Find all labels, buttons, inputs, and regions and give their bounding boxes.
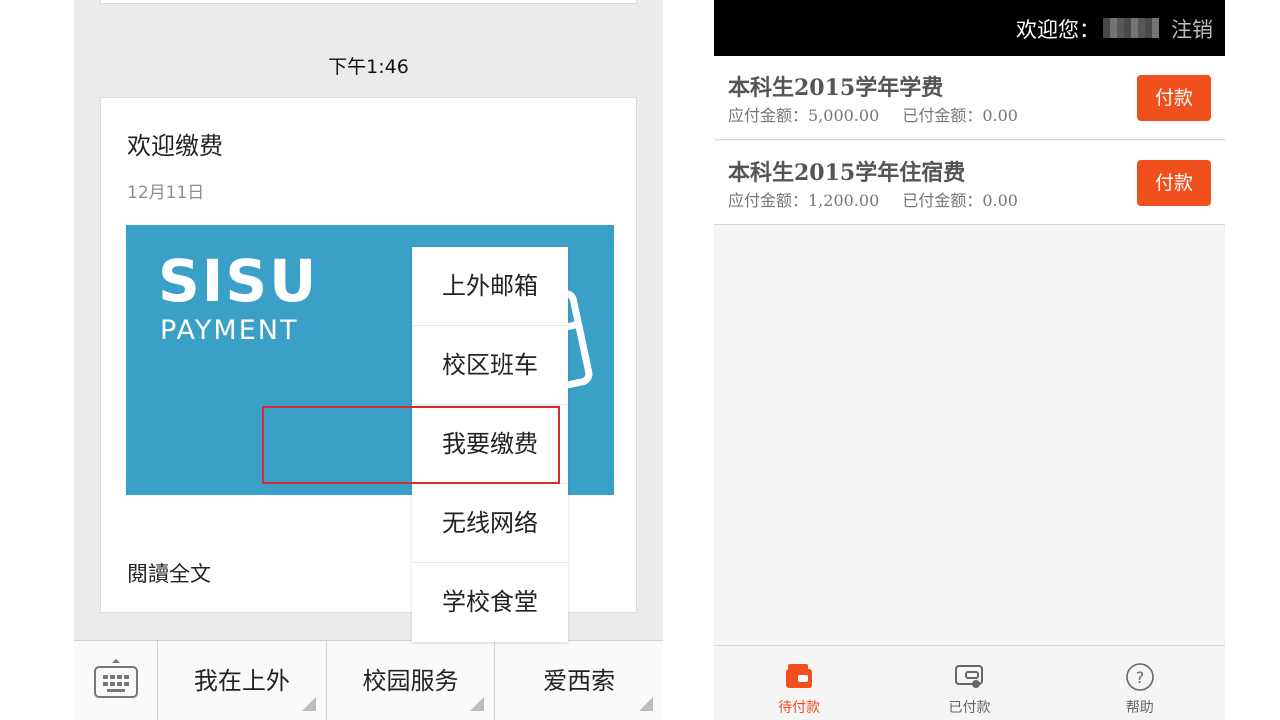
bill-title: 本科生2015学年住宿费 xyxy=(728,160,966,186)
menu-tab-label: 我在上外 xyxy=(193,667,290,695)
bill-title: 本科生2015学年学费 xyxy=(728,75,944,101)
paid-wallet-icon xyxy=(955,665,984,688)
tab-help[interactable]: ? 帮助 xyxy=(1055,646,1225,720)
payment-tab-bar: 待付款 已付款 ? 帮助 xyxy=(714,645,1225,720)
welcome-text: 欢迎您： xyxy=(1016,18,1100,42)
menu-tab-label: 校园服务 xyxy=(362,667,459,695)
payment-header: 欢迎您： 注销 xyxy=(714,0,1225,56)
tab-label: 帮助 xyxy=(1125,700,1154,716)
article-title: 欢迎缴费 xyxy=(127,132,223,160)
screenshot-stage: 下午1:46 欢迎缴费 12月11日 SISU PAYMENT 閱讀全文 上外邮… xyxy=(0,0,1280,720)
previous-message-card xyxy=(100,0,637,4)
amount-paid: 已付金额：0.00 xyxy=(902,106,1018,125)
pay-button[interactable]: 付款 xyxy=(1137,75,1211,121)
read-more-link[interactable]: 閱讀全文 xyxy=(127,558,211,588)
menu-item-wifi[interactable]: 无线网络 xyxy=(412,484,568,563)
menu-item-email[interactable]: 上外邮箱 xyxy=(412,247,568,326)
amount-due: 应付金额：5,000.00 xyxy=(728,106,880,125)
cover-brand-text: SISU xyxy=(158,247,319,315)
blurred-username xyxy=(1103,18,1159,38)
wechat-chat-screen: 下午1:46 欢迎缴费 12月11日 SISU PAYMENT 閱讀全文 上外邮… xyxy=(74,0,663,720)
chat-timestamp: 下午1:46 xyxy=(328,56,409,78)
menu-tab-at-sisu[interactable]: 我在上外 xyxy=(158,641,327,720)
tab-paid[interactable]: 已付款 xyxy=(884,646,1054,720)
keyboard-icon xyxy=(94,659,138,698)
submenu-indicator-icon xyxy=(301,697,316,711)
submenu-indicator-icon xyxy=(639,697,654,711)
menu-item-shuttle-bus[interactable]: 校区班车 xyxy=(412,326,568,405)
tab-pending-payment[interactable]: 待付款 xyxy=(714,646,884,720)
amount-paid: 已付金额：0.00 xyxy=(902,191,1018,210)
menu-tab-aixisuo[interactable]: 爱西索 xyxy=(495,641,663,720)
bottom-menu-bar: 我在上外 校园服务 爱西索 xyxy=(74,640,663,720)
popup-pointer xyxy=(478,632,502,642)
payment-screen: 欢迎您： 注销 本科生2015学年学费 应付金额：5,000.00 已付金额：0… xyxy=(714,0,1225,720)
bill-amounts: 应付金额：1,200.00 已付金额：0.00 xyxy=(728,187,1036,211)
menu-tab-campus-services[interactable]: 校园服务 xyxy=(327,641,496,720)
bill-amounts: 应付金额：5,000.00 已付金额：0.00 xyxy=(728,102,1036,126)
help-icon: ? xyxy=(1126,663,1154,691)
tab-label: 待付款 xyxy=(778,700,821,716)
tab-label: 已付款 xyxy=(948,700,991,716)
keyboard-toggle-button[interactable] xyxy=(74,641,158,720)
pay-button[interactable]: 付款 xyxy=(1137,160,1211,206)
cover-sub-text: PAYMENT xyxy=(160,315,299,346)
menu-item-canteen[interactable]: 学校食堂 xyxy=(412,563,568,642)
amount-due: 应付金额：1,200.00 xyxy=(728,191,880,210)
article-date: 12月11日 xyxy=(127,183,205,203)
wallet-icon xyxy=(786,664,813,688)
menu-tab-label: 爱西索 xyxy=(543,667,616,695)
bill-item: 本科生2015学年学费 应付金额：5,000.00 已付金额：0.00 付款 xyxy=(714,56,1225,140)
submenu-indicator-icon xyxy=(470,697,485,711)
logout-link[interactable]: 注销 xyxy=(1171,14,1213,44)
bill-item: 本科生2015学年住宿费 应付金额：1,200.00 已付金额：0.00 付款 xyxy=(714,141,1225,225)
highlight-annotation-box xyxy=(262,406,560,484)
svg-text:?: ? xyxy=(1136,668,1145,687)
